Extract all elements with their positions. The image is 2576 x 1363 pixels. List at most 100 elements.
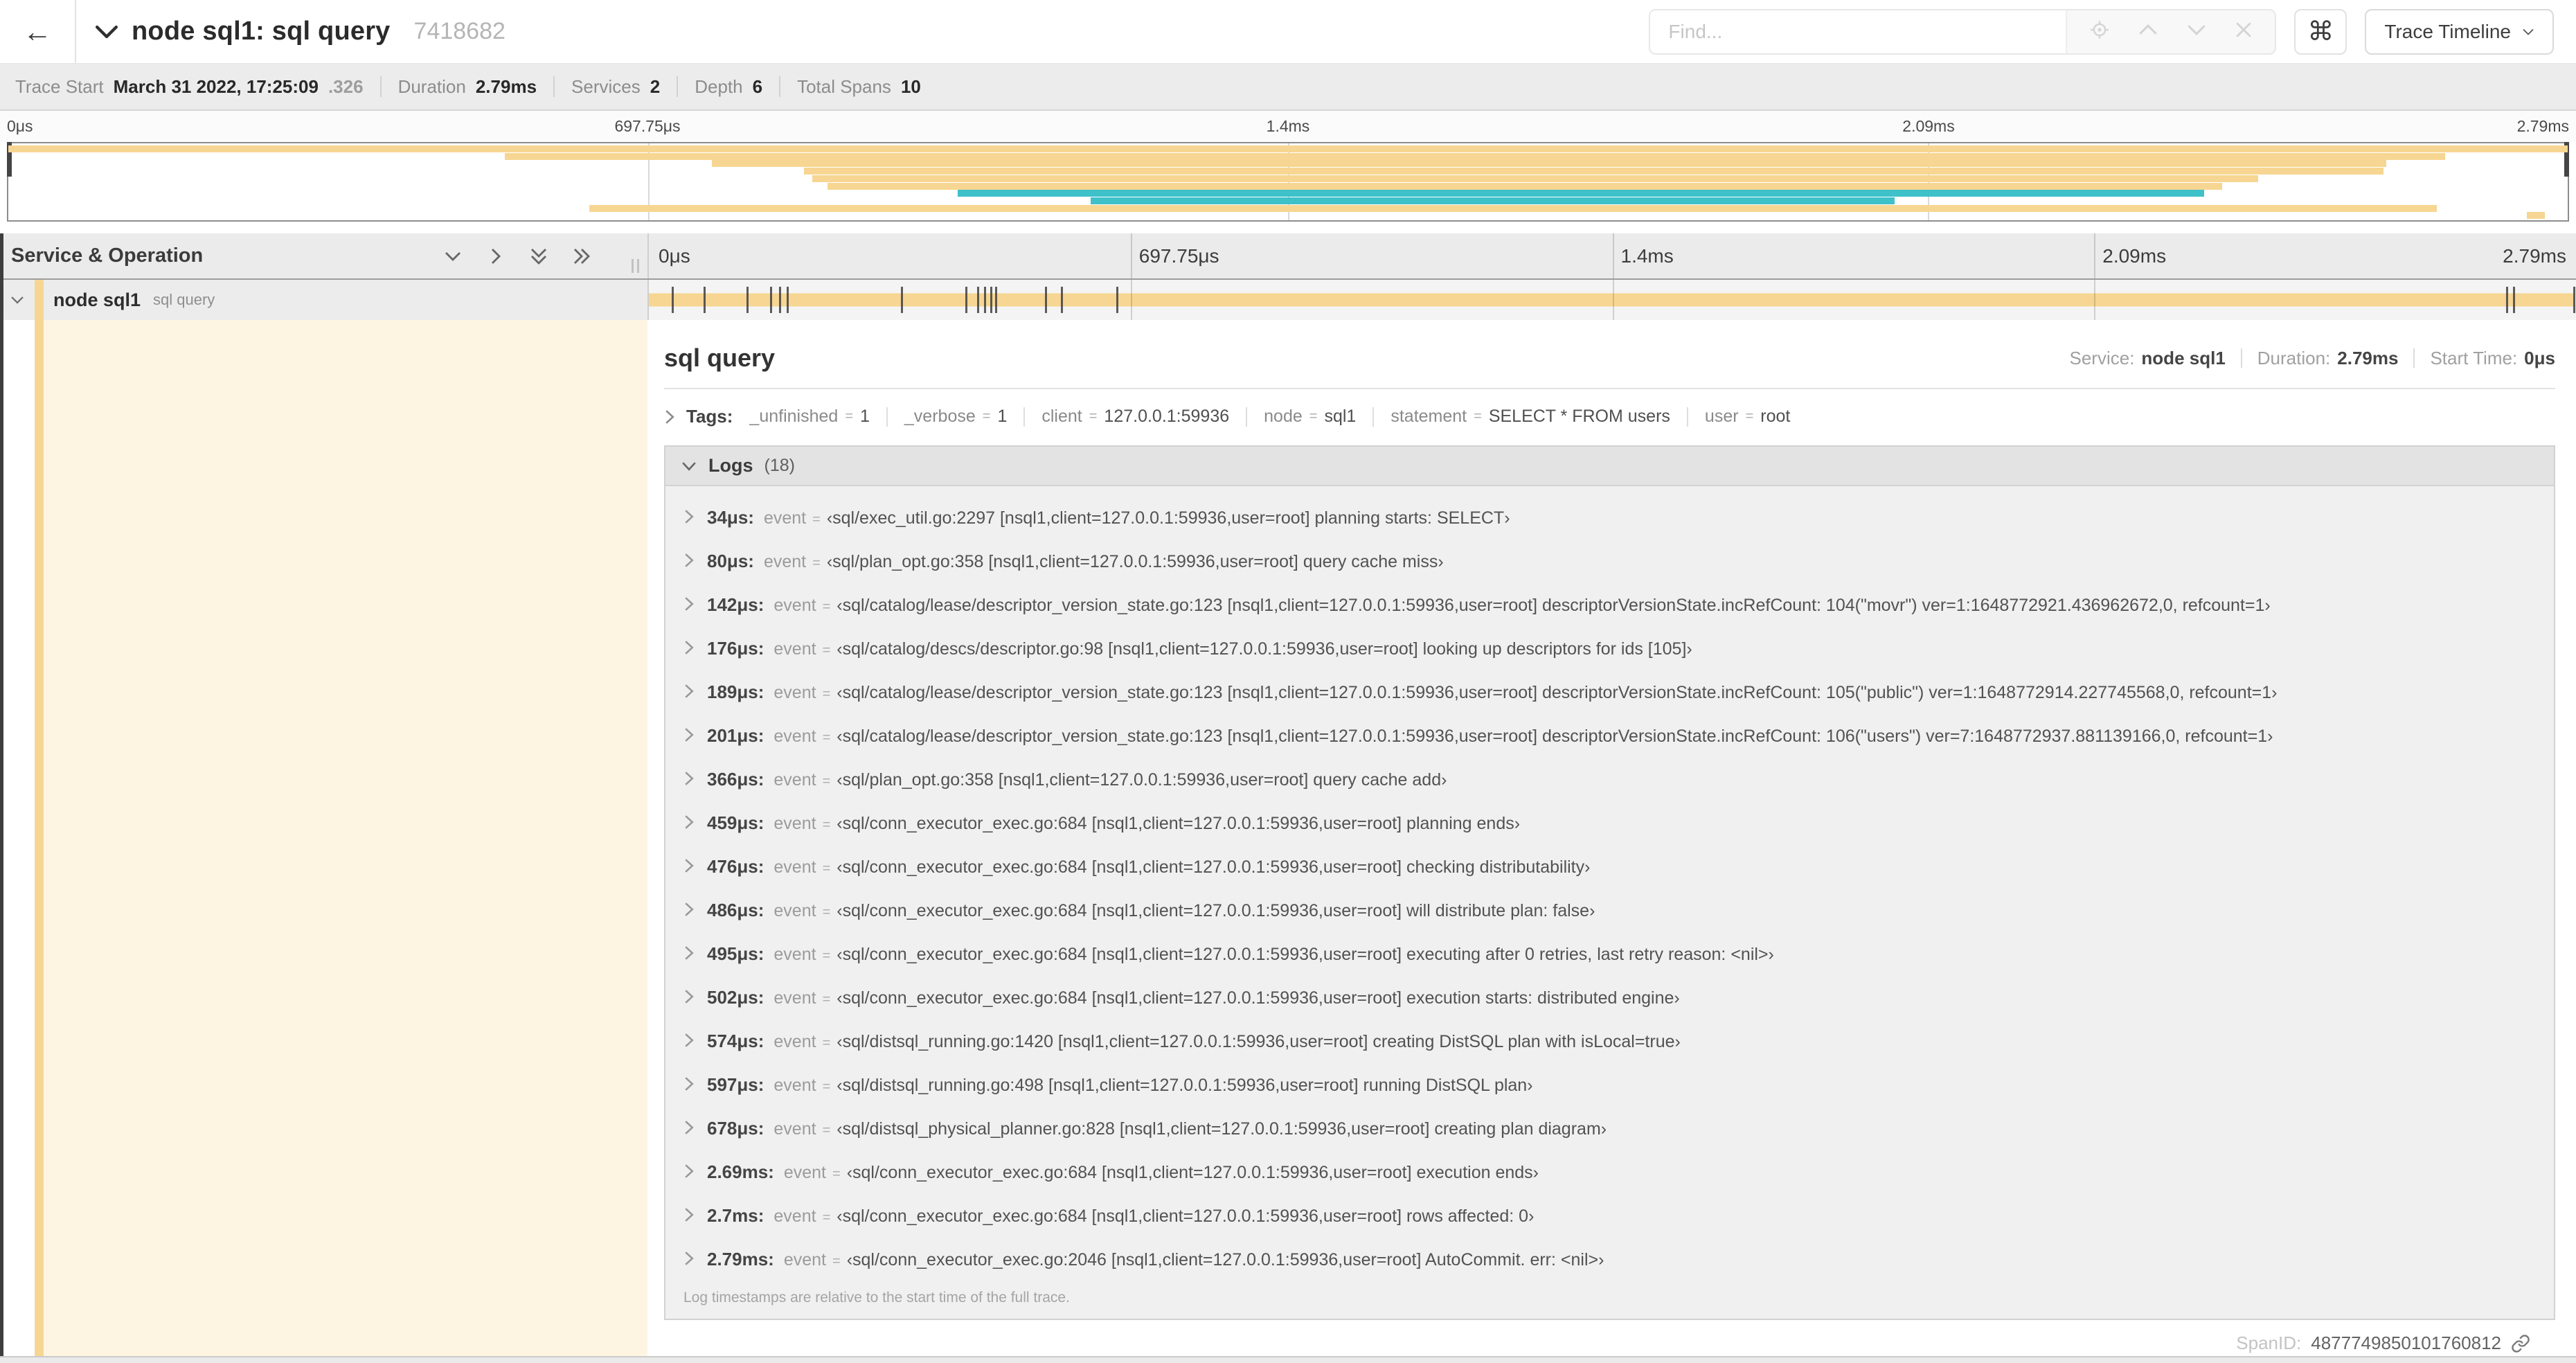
log-field-key: event	[773, 683, 816, 702]
minimap-span-bar	[958, 190, 2205, 197]
tag-equals: =	[845, 409, 853, 424]
log-field-value: ‹sql/exec_util.go:2297 [nsql1,client=127…	[826, 508, 1510, 528]
log-field-value: ‹sql/conn_executor_exec.go:2046 [nsql1,c…	[846, 1250, 1604, 1270]
log-marker-tick	[901, 287, 904, 313]
stat-separator	[779, 76, 781, 97]
chevron-right-icon	[683, 814, 695, 835]
timeline-gridline	[1612, 233, 1614, 278]
collapse-all-icon[interactable]	[528, 246, 549, 267]
log-equals: =	[832, 1254, 841, 1269]
link-icon[interactable]	[2511, 1334, 2530, 1353]
find-clear-icon[interactable]	[2235, 21, 2253, 42]
log-marker-tick	[778, 287, 781, 313]
tag-key: node	[1264, 407, 1303, 426]
log-row[interactable]: 34μs: event = ‹sql/exec_util.go:2297 [nsql1…	[665, 496, 2554, 540]
log-field-value: ‹sql/conn_executor_exec.go:684 [nsql1,cl…	[837, 857, 1591, 877]
log-row[interactable]: 366μs: event = ‹sql/plan_opt.go:358 [nsql1,…	[665, 758, 2554, 801]
view-selector-button[interactable]: Trace Timeline	[2365, 8, 2554, 55]
log-row[interactable]: 476μs: event = ‹sql/conn_executor_exec.go:6…	[665, 845, 2554, 889]
log-row[interactable]: 176μs: event = ‹sql/catalog/descs/descripto…	[665, 627, 2554, 670]
time-axis-tick-label: 1.4ms	[1620, 244, 1674, 267]
minimap-span-bar	[8, 145, 2568, 152]
trace-title-wrap: node sql1: sql query 7418682	[96, 17, 506, 46]
find-next-icon[interactable]	[2186, 23, 2207, 40]
log-row[interactable]: 80μs: event = ‹sql/plan_opt.go:358 [nsql1,c…	[665, 540, 2554, 583]
chevron-right-icon	[683, 901, 695, 923]
back-button[interactable]: ←	[0, 0, 76, 63]
log-row[interactable]: 201μs: event = ‹sql/catalog/lease/descripto…	[665, 714, 2554, 758]
log-marker-tick	[671, 287, 674, 313]
span-collapse-icon[interactable]	[0, 292, 35, 308]
logs-header[interactable]: Logs (18)	[665, 447, 2554, 486]
minimap-span-bar	[712, 160, 2386, 168]
span-row-bar-cell[interactable]	[647, 280, 2576, 320]
column-resize-handle[interactable]	[632, 259, 639, 273]
log-field-key: event	[773, 901, 816, 920]
log-field-value: ‹sql/plan_opt.go:358 [nsql1,client=127.0…	[826, 552, 1444, 571]
collapse-one-icon[interactable]	[442, 246, 463, 267]
span-detail-meta: Service: node sql1 Duration: 2.79ms Start Ti…	[2070, 348, 2556, 369]
log-row[interactable]: 597μs: event = ‹sql/distsql_running.go:498 …	[665, 1063, 2554, 1107]
tag-value: SELECT * FROM users	[1488, 407, 1670, 426]
log-row[interactable]: 678μs: event = ‹sql/distsql_physical_planne…	[665, 1107, 2554, 1150]
chevron-right-icon	[683, 1119, 695, 1141]
chevron-right-icon	[683, 1250, 695, 1272]
span-row-name-cell[interactable]: node sql1 sql query	[0, 280, 647, 320]
log-row[interactable]: 459μs: event = ‹sql/conn_executor_exec.go:6…	[665, 801, 2554, 845]
stat-label: Trace Start	[15, 75, 104, 97]
meta-separator	[2240, 348, 2242, 368]
timeline-minimap[interactable]	[7, 142, 2569, 222]
bottom-border-strip	[0, 1356, 2576, 1363]
keyboard-shortcuts-button[interactable]: ⌘	[2294, 8, 2347, 55]
log-row[interactable]: 495μs: event = ‹sql/conn_executor_exec.go:6…	[665, 932, 2554, 976]
chevron-right-icon	[664, 409, 675, 425]
trace-stat: Duration 2.79ms	[398, 76, 537, 98]
detail-row-accent-background	[44, 320, 647, 1356]
trace-timeline-page: ← node sql1: sql query 7418682 ⌘	[0, 0, 2576, 1363]
tag-key: statement	[1390, 407, 1467, 426]
find-input[interactable]	[1650, 10, 2066, 53]
find-group	[1649, 8, 2277, 55]
log-timestamp: 201μs:	[707, 725, 764, 746]
meta-value: node sql1	[2141, 347, 2226, 368]
log-equals: =	[822, 905, 831, 920]
log-row[interactable]: 2.69ms: event = ‹sql/conn_executor_exec.go:…	[665, 1150, 2554, 1194]
timeline-gridline	[1130, 233, 1132, 278]
time-axis-tick-label: 1.4ms	[1266, 117, 1310, 135]
chevron-right-icon	[683, 1076, 695, 1097]
find-prev-icon[interactable]	[2138, 23, 2158, 40]
detail-left-column	[0, 320, 647, 1356]
log-row[interactable]: 2.7ms: event = ‹sql/conn_executor_exec.go:6…	[665, 1194, 2554, 1238]
log-field-value: ‹sql/conn_executor_exec.go:684 [nsql1,cl…	[846, 1163, 1539, 1182]
span-duration-bar[interactable]	[649, 293, 2574, 307]
detail-header: sql query Service: node sql1 Duration: 2.79…	[664, 344, 2555, 373]
span-detail-panel: sql query Service: node sql1 Duration: 2.79…	[647, 320, 2576, 1356]
title-chevron-down-icon[interactable]	[96, 24, 118, 39]
tag-item: user = root	[1705, 407, 1790, 427]
log-row[interactable]: 189μs: event = ‹sql/catalog/lease/descripto…	[665, 670, 2554, 714]
minimap-span-bar	[804, 168, 2383, 175]
log-row[interactable]: 502μs: event = ‹sql/conn_executor_exec.go:6…	[665, 976, 2554, 1019]
logs-count: (18)	[764, 456, 795, 475]
log-row[interactable]: 142μs: event = ‹sql/catalog/lease/descripto…	[665, 583, 2554, 627]
trace-id: 7418682	[413, 18, 506, 44]
chevron-right-icon	[683, 770, 695, 792]
log-row[interactable]: 2.79ms: event = ‹sql/conn_executor_exec.go:…	[665, 1238, 2554, 1281]
log-marker-tick	[1060, 287, 1063, 313]
logs-list: 34μs: event = ‹sql/exec_util.go:2297 [nsql1…	[665, 486, 2554, 1283]
tags-row[interactable]: Tags: _unfinished = 1 _verbose = 1 client = 127.…	[664, 406, 2555, 427]
chevron-right-icon	[683, 857, 695, 879]
span-row: node sql1 sql query	[0, 280, 2576, 320]
log-row[interactable]: 574μs: event = ‹sql/distsql_running.go:1420…	[665, 1019, 2554, 1063]
expand-all-icon[interactable]	[571, 246, 592, 267]
log-row[interactable]: 486μs: event = ‹sql/conn_executor_exec.go:6…	[665, 889, 2554, 932]
log-timestamp: 476μs:	[707, 856, 764, 877]
tag-equals: =	[1474, 409, 1482, 424]
tag-item: statement = SELECT * FROM users	[1390, 407, 1670, 427]
log-field-value: ‹sql/catalog/descs/descriptor.go:98 [nsq…	[837, 639, 1692, 659]
tag-equals: =	[982, 409, 991, 424]
expand-one-icon[interactable]	[485, 246, 506, 267]
meta-label: Service:	[2069, 347, 2135, 368]
locate-icon[interactable]	[2089, 19, 2110, 44]
tag-item: client = 127.0.0.1:59936	[1041, 407, 1229, 427]
